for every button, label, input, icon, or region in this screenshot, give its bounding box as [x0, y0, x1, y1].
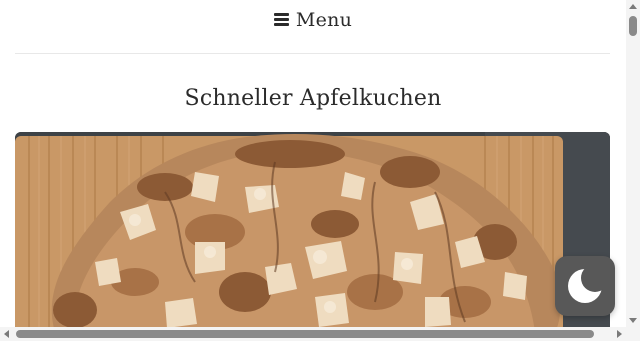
- page: Menu Schneller Apfelkuchen: [0, 0, 626, 327]
- menu-label: Menu: [295, 9, 353, 31]
- scrollbar-corner: [626, 327, 640, 341]
- horizontal-scrollbar[interactable]: [0, 327, 626, 341]
- scroll-down-icon[interactable]: [629, 318, 637, 323]
- vertical-scrollbar[interactable]: [626, 0, 640, 327]
- horizontal-scroll-thumb[interactable]: [16, 330, 594, 338]
- dark-mode-toggle[interactable]: [555, 256, 615, 316]
- scroll-up-icon[interactable]: [629, 4, 637, 9]
- moon-icon: [568, 267, 604, 303]
- header-divider: [15, 53, 610, 54]
- vertical-scroll-thumb[interactable]: [629, 16, 637, 36]
- page-title: Schneller Apfelkuchen: [184, 86, 442, 111]
- scroll-right-icon[interactable]: [617, 330, 622, 338]
- hamburger-icon: [273, 12, 289, 26]
- recipe-image: [15, 132, 610, 327]
- menu-toggle[interactable]: Menu: [0, 0, 626, 40]
- scroll-left-icon[interactable]: [4, 330, 9, 338]
